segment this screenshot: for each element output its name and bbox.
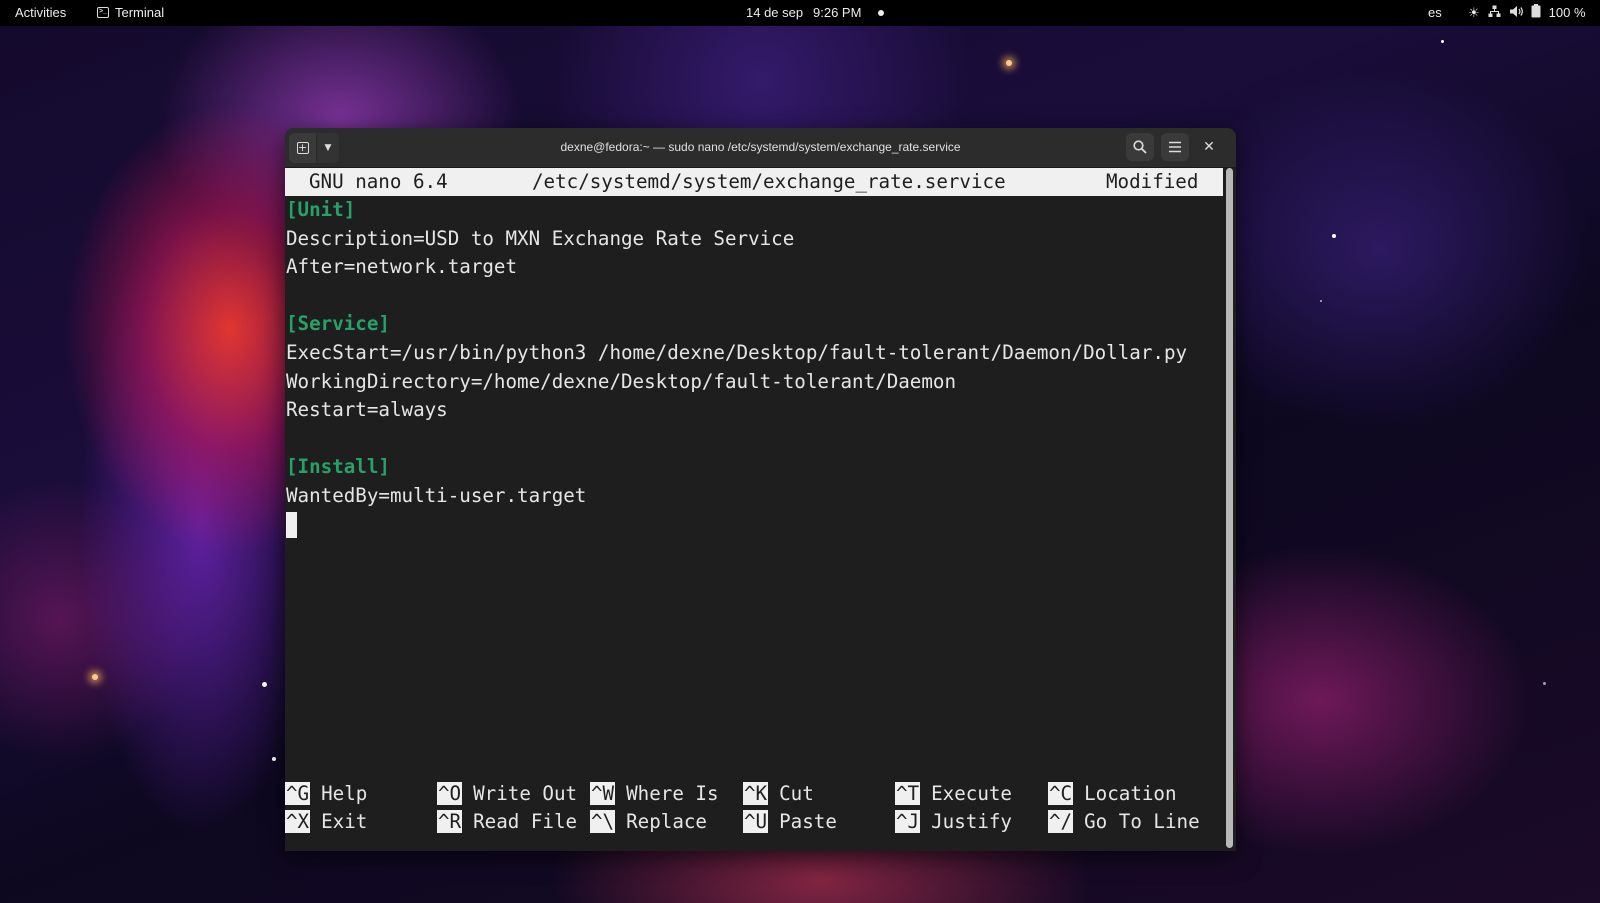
star-decoration <box>1332 234 1336 238</box>
shortcut-key: ^/ <box>1048 810 1074 833</box>
close-button[interactable]: ✕ <box>1195 133 1223 161</box>
nano-status: Modified <box>1106 170 1199 193</box>
shortcut-item: ^G Help <box>285 780 367 808</box>
shortcut-item: ^U Paste <box>743 808 837 836</box>
shortcut-label: Location <box>1084 782 1177 805</box>
shortcut-item: ^T Execute <box>895 780 1012 808</box>
editor-line: WorkingDirectory=/home/dexne/Desktop/fau… <box>286 369 957 393</box>
section-header-line: [Service] <box>286 312 390 336</box>
activities-button[interactable]: Activities <box>15 5 66 20</box>
shortcut-label: Paste <box>779 810 837 833</box>
star-decoration <box>1006 60 1012 66</box>
shortcut-label: Cut <box>779 782 814 805</box>
menu-button[interactable] <box>1161 133 1189 161</box>
volume-icon <box>1509 5 1523 21</box>
hamburger-icon <box>1169 141 1181 153</box>
nano-header: GNU nano 6.4 /etc/systemd/system/exchang… <box>285 168 1223 196</box>
shortcut-item: ^O Write Out <box>437 780 577 808</box>
app-menu[interactable]: >_ Terminal <box>97 5 164 20</box>
search-icon <box>1133 140 1147 154</box>
shortcut-label: Where Is <box>626 782 719 805</box>
star-decoration <box>272 757 276 761</box>
shortcut-key: ^U <box>743 810 769 833</box>
window-title: dexne@fedora:~ — sudo nano /etc/systemd/… <box>560 140 961 154</box>
keyboard-layout-indicator[interactable]: es <box>1428 5 1442 20</box>
editor-line: Description=USD to MXN Exchange Rate Ser… <box>286 226 795 250</box>
shortcut-label: Replace <box>626 810 707 833</box>
star-decoration <box>262 682 267 687</box>
shortcut-key: ^R <box>437 810 463 833</box>
text-cursor <box>286 512 297 538</box>
terminal-content[interactable]: GNU nano 6.4 /etc/systemd/system/exchang… <box>285 168 1236 851</box>
shortcut-item: ^J Justify <box>895 808 1012 836</box>
system-tray[interactable]: ☀ 100 % <box>1468 4 1586 21</box>
clock-date[interactable]: 14 de sep <box>746 5 803 20</box>
shortcut-label: Write Out <box>473 782 578 805</box>
shortcut-key: ^C <box>1048 782 1074 805</box>
network-icon <box>1488 5 1501 21</box>
star-decoration <box>1441 40 1444 43</box>
shortcut-key: ^K <box>743 782 769 805</box>
editor-line: ExecStart=/usr/bin/python3 /home/dexne/D… <box>286 341 1188 364</box>
shortcut-label: Justify <box>931 810 1012 833</box>
shortcut-key: ^X <box>285 810 311 833</box>
shortcut-item: ^R Read File <box>437 808 577 836</box>
shortcut-item: ^C Location <box>1048 780 1177 808</box>
terminal-window: + ▼ dexne@fedora:~ — sudo nano /etc/syst… <box>285 128 1236 851</box>
shortcut-key: ^T <box>895 782 921 805</box>
shortcut-label: Read File <box>473 810 578 833</box>
nano-filename: /etc/systemd/system/exchange_rate.servic… <box>532 170 1006 193</box>
clock-time[interactable]: 9:26 PM <box>813 5 861 20</box>
shortcut-item: ^K Cut <box>743 780 814 808</box>
app-name: Terminal <box>115 5 165 20</box>
shortcut-key: ^G <box>285 782 311 805</box>
shortcut-label: Exit <box>321 810 368 833</box>
shortcut-item: ^X Exit <box>285 808 367 836</box>
shortcut-key: ^W <box>590 782 616 805</box>
battery-percentage: 100 % <box>1548 5 1586 20</box>
scrollbar[interactable] <box>1226 168 1233 848</box>
window-titlebar[interactable]: + ▼ dexne@fedora:~ — sudo nano /etc/syst… <box>285 128 1236 168</box>
shortcut-item: ^/ Go To Line <box>1048 808 1200 836</box>
shortcut-key: ^O <box>437 782 463 805</box>
notification-dot-icon <box>878 10 884 16</box>
brightness-icon: ☀ <box>1468 4 1480 20</box>
section-header-line: [Install] <box>286 455 390 479</box>
shortcut-label: Go To Line <box>1084 810 1200 833</box>
shortcut-key: ^\ <box>590 810 616 833</box>
shortcut-key: ^J <box>895 810 921 833</box>
shortcut-item: ^\ Replace <box>590 808 707 836</box>
top-bar: Activities >_ Terminal 14 de sep 9:26 PM… <box>0 0 1600 26</box>
star-decoration <box>1320 300 1322 302</box>
terminal-icon: >_ <box>97 7 109 18</box>
search-button[interactable] <box>1126 133 1154 161</box>
section-header-line: [Unit] <box>286 198 356 221</box>
shortcut-label: Execute <box>931 782 1012 805</box>
editor-line: WantedBy=multi-user.target <box>286 484 587 507</box>
close-icon: ✕ <box>1203 139 1215 155</box>
battery-icon <box>1531 4 1541 21</box>
nano-version: GNU nano 6.4 <box>309 170 448 193</box>
star-decoration <box>1543 682 1546 685</box>
shortcut-label: Help <box>321 782 368 805</box>
shortcut-item: ^W Where Is <box>590 780 719 808</box>
star-decoration <box>92 674 98 680</box>
editor-line: Restart=always <box>286 398 448 422</box>
editor-line: After=network.target <box>286 255 518 279</box>
